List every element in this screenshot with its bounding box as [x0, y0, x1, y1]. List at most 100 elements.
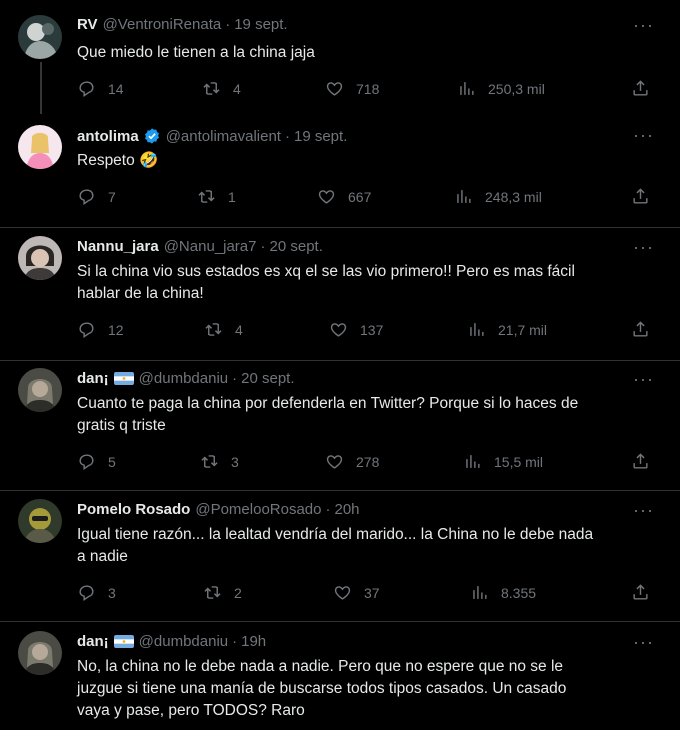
- separator-dot: ·: [232, 370, 238, 387]
- argentina-flag-icon: [113, 635, 134, 648]
- like-icon: [330, 323, 347, 337]
- more-icon[interactable]: ···: [633, 237, 654, 258]
- retweet-button[interactable]: 4: [202, 79, 241, 98]
- tweet-text-line: Igual tiene razón... la lealtad vendría …: [77, 526, 594, 543]
- more-icon[interactable]: ···: [633, 125, 654, 146]
- share-button[interactable]: [631, 320, 650, 339]
- tweet-text-line: juzgue si tiene una manía de buscarse to…: [77, 680, 567, 697]
- like-button[interactable]: 718: [325, 79, 379, 98]
- retweet-button[interactable]: 4: [204, 320, 243, 339]
- retweet-icon: [201, 455, 218, 468]
- separator-dot: ·: [260, 238, 266, 255]
- like-count: 278: [356, 453, 380, 470]
- action-bar: 3 2 37 8.355: [77, 583, 657, 603]
- share-button[interactable]: [631, 187, 650, 206]
- like-button[interactable]: 37: [333, 583, 380, 602]
- like-count: 667: [348, 188, 372, 205]
- like-count: 137: [360, 321, 384, 338]
- share-icon: [633, 453, 648, 469]
- reply-button[interactable]: 12: [77, 320, 124, 339]
- retweet-icon: [198, 190, 215, 203]
- tweet-text: Que miedo le tienen a la china jaja: [77, 44, 315, 61]
- retweet-button[interactable]: 2: [203, 583, 242, 602]
- separator-dot: ·: [284, 127, 290, 145]
- user-handle[interactable]: @PomelooRosado: [195, 501, 321, 518]
- like-button[interactable]: 278: [325, 452, 379, 471]
- display-name[interactable]: dan¡: [77, 370, 109, 387]
- retweet-icon: [204, 586, 221, 599]
- timestamp[interactable]: 19 sept.: [294, 128, 347, 145]
- tweet[interactable]: Nannu_jara @Nanu_jara7 · 20 sept. ··· Si…: [0, 228, 680, 361]
- like-icon: [326, 82, 343, 96]
- reply-button[interactable]: 3: [77, 583, 116, 602]
- avatar[interactable]: [18, 631, 62, 675]
- separator-dot: ·: [225, 16, 231, 33]
- user-handle[interactable]: @dumbdaniu: [139, 370, 228, 387]
- timestamp[interactable]: 20 sept.: [241, 370, 294, 387]
- views-button[interactable]: 21,7 mil: [467, 320, 547, 339]
- like-button[interactable]: 667: [317, 187, 371, 206]
- avatar[interactable]: [18, 499, 62, 543]
- display-name[interactable]: antolima: [77, 128, 139, 145]
- user-handle[interactable]: @antolimavalient: [166, 128, 281, 145]
- avatar[interactable]: [18, 236, 62, 280]
- display-name[interactable]: Pomelo Rosado: [77, 501, 190, 518]
- user-handle[interactable]: @Nanu_jara7: [164, 238, 257, 255]
- reply-button[interactable]: 14: [77, 79, 124, 98]
- tweet[interactable]: dan¡ @dumbdaniu · 19h ··· No, la china n…: [0, 622, 680, 730]
- avatar[interactable]: [18, 15, 62, 59]
- tweet-text-line: a nadie: [77, 548, 128, 565]
- more-icon[interactable]: ···: [633, 500, 654, 521]
- views-count: 248,3 mil: [485, 188, 542, 205]
- avatar[interactable]: [18, 368, 62, 412]
- tweet[interactable]: antolima @antolimavalient · 19 sept. ···…: [0, 118, 680, 228]
- like-icon: [318, 190, 335, 204]
- action-bar: 12 4 137 21,7 mil: [77, 320, 657, 340]
- views-button[interactable]: 8.355: [470, 583, 536, 602]
- retweet-count: 3: [231, 453, 239, 470]
- reply-count: 5: [108, 453, 116, 470]
- share-button[interactable]: [631, 452, 650, 471]
- avatar[interactable]: [18, 125, 62, 169]
- timestamp[interactable]: 19 sept.: [234, 16, 287, 33]
- retweet-icon: [203, 82, 220, 95]
- tweet[interactable]: RV @VentroniRenata · 19 sept. ··· Que mi…: [0, 0, 680, 118]
- tweet[interactable]: dan¡ @dumbdaniu · 20 sept. ··· Cuanto te…: [0, 361, 680, 491]
- retweet-button[interactable]: 1: [197, 187, 236, 206]
- timestamp[interactable]: 19h: [241, 633, 266, 650]
- views-button[interactable]: 250,3 mil: [457, 79, 545, 98]
- retweet-button[interactable]: 3: [200, 452, 239, 471]
- share-button[interactable]: [631, 583, 650, 602]
- user-handle[interactable]: @VentroniRenata: [103, 16, 222, 33]
- display-name[interactable]: dan¡: [77, 633, 109, 650]
- tweet-text: Cuanto te paga la china por defenderla e…: [77, 393, 657, 437]
- tweet-text: Respeto 🤣: [77, 152, 159, 169]
- tweet-text: Igual tiene razón... la lealtad vendría …: [77, 524, 657, 568]
- tweet-text-line: vaya y pase, pero TODOS? Raro: [77, 702, 305, 719]
- more-icon[interactable]: ···: [633, 15, 654, 36]
- more-icon[interactable]: ···: [633, 632, 654, 653]
- tweet-text-line: hablar de la china!: [77, 285, 204, 302]
- display-name[interactable]: Nannu_jara: [77, 238, 159, 255]
- reply-button[interactable]: 7: [77, 187, 116, 206]
- timestamp[interactable]: 20 sept.: [270, 238, 323, 255]
- views-icon: [470, 323, 484, 336]
- more-icon[interactable]: ···: [633, 369, 654, 390]
- display-name[interactable]: RV: [77, 16, 98, 33]
- views-count: 21,7 mil: [498, 321, 548, 338]
- views-button[interactable]: 248,3 mil: [454, 187, 542, 206]
- action-bar: 14 4 718 250,3 mil: [77, 79, 657, 99]
- like-button[interactable]: 137: [329, 320, 383, 339]
- share-button[interactable]: [631, 79, 650, 98]
- tweet[interactable]: Pomelo Rosado @PomelooRosado · 20h ··· I…: [0, 491, 680, 622]
- reply-button[interactable]: 5: [77, 452, 116, 471]
- timestamp[interactable]: 20h: [335, 501, 360, 518]
- views-count: 250,3 mil: [488, 80, 545, 97]
- like-icon: [334, 586, 351, 600]
- views-count: 8.355: [501, 584, 537, 601]
- user-handle[interactable]: @dumbdaniu: [139, 633, 228, 650]
- views-button[interactable]: 15,5 mil: [463, 452, 543, 471]
- action-bar: 5 3 278 15,5 mil: [77, 452, 657, 472]
- views-icon: [457, 190, 471, 203]
- views-icon: [460, 82, 474, 95]
